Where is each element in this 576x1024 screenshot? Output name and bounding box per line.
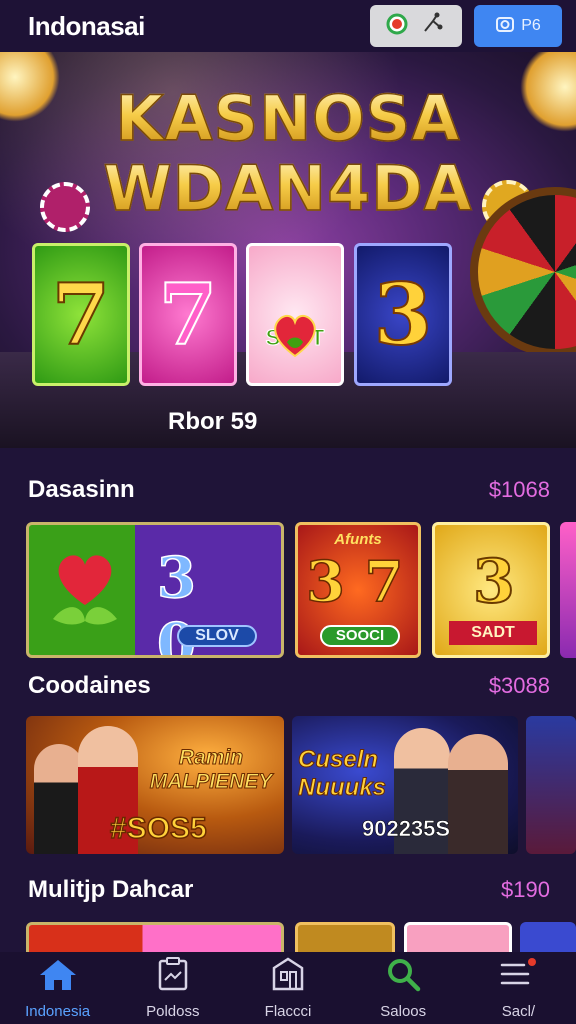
section-amount[interactable]: $1068: [489, 477, 550, 503]
nav-label: Flaccci: [264, 1003, 312, 1020]
game-tile[interactable]: [295, 922, 395, 952]
tile-symbols: 3 7: [305, 548, 404, 616]
nav-label: Indonesia: [25, 1003, 91, 1020]
game-row: 3 0 SLOV Afunts 3 7 SOOCI 3 SADT: [26, 522, 576, 660]
section-amount[interactable]: $3088: [489, 673, 550, 699]
promo-amount: 902235S: [362, 816, 451, 842]
section-header: Mulitjp Dahcar $190: [28, 876, 550, 904]
reel-3: SLOT: [246, 243, 344, 386]
section-header: Dasasinn $1068: [28, 476, 550, 504]
camera-icon: [495, 14, 515, 39]
game-row: [26, 922, 576, 952]
camera-button-label: P6: [521, 17, 541, 34]
app-title: Indonasai: [28, 10, 145, 41]
game-tile[interactable]: [26, 922, 284, 952]
menu-icon: [498, 956, 538, 997]
share-button[interactable]: [370, 5, 462, 47]
section-title: Dasasinn: [28, 476, 135, 503]
section-title: Coodaines: [28, 672, 151, 699]
promo-tile[interactable]: [526, 716, 576, 854]
game-tile[interactable]: Afunts 3 7 SOOCI: [295, 522, 421, 658]
nav-label: Poldoss: [146, 1003, 200, 1020]
section-header: Coodaines $3088: [28, 672, 550, 700]
hero-caption: Rbor 59: [168, 408, 258, 435]
section-amount[interactable]: $190: [501, 877, 550, 903]
promo-tile[interactable]: Cuseln Nuuuks 902235S: [292, 716, 518, 854]
section-title: Mulitjp Dahcar: [28, 876, 194, 903]
top-bar: Indonasai P6: [0, 0, 576, 52]
tile-label: SOOCI: [320, 625, 400, 647]
heart-icon: [43, 549, 127, 634]
camera-button[interactable]: P6: [474, 5, 562, 47]
search-icon: [385, 956, 421, 997]
reel-2: 7: [139, 243, 237, 386]
tile-label: SADT: [449, 621, 537, 645]
tile-header: Afunts: [334, 531, 382, 548]
promo-headline: Ramin MALPIENEY: [149, 746, 273, 794]
hero-title-line2: WDAN4DA: [0, 151, 576, 226]
share-icon: [420, 11, 446, 42]
reel-4: 3: [354, 243, 452, 386]
presenter-figure: [448, 734, 508, 854]
nav-item-poldoss[interactable]: Poldoss: [115, 952, 230, 1024]
hero-banner[interactable]: KASNOSA WDAN4DA 7 7 SLOT 3 Rbor 59: [0, 52, 576, 448]
nav-label: Sacl/: [501, 1003, 536, 1020]
tile-symbols: 3: [472, 546, 516, 618]
promo-tile[interactable]: Ramin MALPIENEY #SOS5: [26, 716, 284, 854]
nav-item-flaccci[interactable]: Flaccci: [230, 952, 345, 1024]
game-tile[interactable]: [404, 922, 512, 952]
record-icon: [386, 13, 408, 40]
promo-amount: #SOS5: [109, 811, 207, 846]
nav-label: Saloos: [380, 1003, 427, 1020]
home-icon: [38, 958, 78, 997]
game-tile[interactable]: [560, 522, 576, 658]
building-icon: [270, 956, 306, 997]
game-tile[interactable]: 3 SADT: [432, 522, 550, 658]
clipboard-icon: [155, 956, 191, 997]
nav-item-indonesia[interactable]: Indonesia: [0, 952, 115, 1024]
promo-row: Ramin MALPIENEY #SOS5 Cuseln Nuuuks 9022…: [26, 716, 576, 856]
reel-1: 7: [32, 243, 130, 386]
bottom-nav: Indonesia Poldoss Flaccci Saloos Sacl/: [0, 952, 576, 1024]
game-tile[interactable]: 3 0 SLOV: [26, 522, 284, 658]
presenter-figure: [34, 744, 84, 854]
tile-label: SLOV: [177, 625, 257, 647]
top-actions: P6: [370, 5, 562, 47]
nav-item-saloos[interactable]: Saloos: [346, 952, 461, 1024]
heart-icon: [269, 279, 321, 357]
promo-headline: Cuseln Nuuuks: [298, 746, 387, 802]
game-tile[interactable]: [520, 922, 576, 952]
hero-title-line1: KASNOSA: [0, 81, 576, 156]
nav-item-sacl[interactable]: Sacl/: [461, 952, 576, 1024]
